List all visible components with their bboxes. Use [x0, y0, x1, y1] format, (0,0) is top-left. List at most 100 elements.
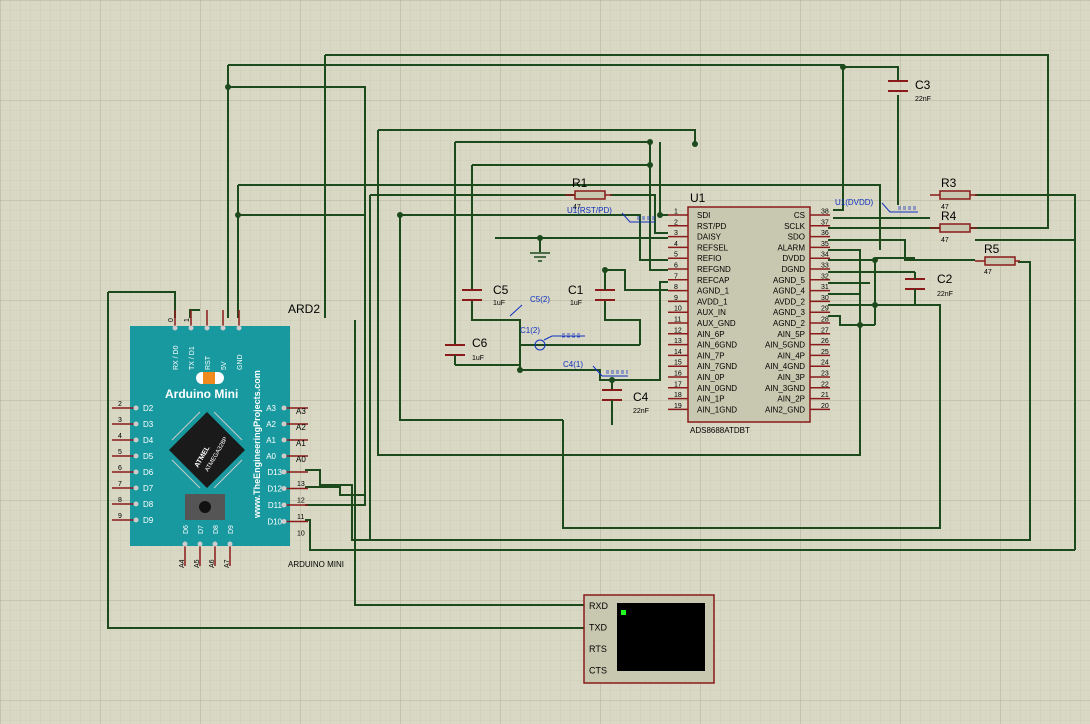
- arduino-right-pin-label: D13: [267, 468, 282, 477]
- arduino-pin-pad: [133, 501, 139, 507]
- u1-pin-label: AVDD_2: [774, 297, 805, 306]
- arduino-right-pin-number: 10: [297, 531, 305, 538]
- arduino-top-pin-label: RST: [205, 355, 212, 370]
- u1-pin-number: 1: [674, 209, 678, 216]
- u1-pin-label: AGND_1: [697, 287, 730, 296]
- arduino-pin-pad: [281, 437, 287, 443]
- arduino-pin-pad: [197, 541, 203, 547]
- u1-pin-label: DGND: [781, 265, 805, 274]
- c6-value: 1uF: [472, 355, 484, 362]
- arduino-left-pin-number: 2: [118, 401, 122, 408]
- u1-pin-label: AIN2_GND: [765, 405, 805, 414]
- u1-pin-number: 38: [821, 209, 829, 216]
- c5-value: 1uF: [493, 300, 505, 307]
- arduino-pin-pad: [212, 541, 218, 547]
- arduino-pin-pad: [281, 469, 287, 475]
- r4-ref: R4: [941, 209, 957, 223]
- u1-pin-number: 30: [821, 295, 829, 302]
- c3-ref: C3: [915, 78, 931, 92]
- u1-pin-number: 34: [821, 252, 829, 259]
- arduino-left-pin-label: D4: [143, 436, 154, 445]
- arduino-pin-pad: [188, 325, 194, 331]
- u1-pin-label: AUX_IN: [697, 308, 726, 317]
- arduino-bottom-pin-outer: A6: [209, 559, 216, 568]
- arduino-pin-pad: [172, 325, 178, 331]
- arduino-ref: ARD2: [288, 302, 320, 316]
- u1-pin-label: AIN_6P: [697, 330, 725, 339]
- arduino-left-pin-number: 6: [118, 465, 122, 472]
- u1-pin-label: SDO: [788, 233, 805, 242]
- u1-pin-number: 37: [821, 219, 829, 226]
- u1-pin-number: 33: [821, 263, 829, 270]
- u1-pin-number: 18: [674, 392, 682, 399]
- u1-pin-label: AIN_7GND: [697, 362, 737, 371]
- u1-pin-number: 6: [674, 263, 678, 270]
- arduino-right-pin-label: D10: [267, 518, 282, 527]
- u1-pin-label: AIN_6GND: [697, 341, 737, 350]
- u1-chip[interactable]: U1 ADS8688ATDBT 1 SDI 2 RST/PD 3 DAISY 4 REFSEL…: [668, 191, 830, 435]
- arduino-top-pin-label: RX / D0: [173, 345, 180, 370]
- arduino-right-pin-outer: A3: [296, 407, 306, 416]
- arduino-top-pin-number: 0: [168, 318, 175, 322]
- terminal-screen: [617, 603, 705, 671]
- u1-pin-number: 26: [821, 338, 829, 345]
- arduino-pin-pad: [281, 405, 287, 411]
- c1-ref: C1: [568, 283, 584, 297]
- u1-part: ADS8688ATDBT: [690, 426, 750, 435]
- schematic-canvas[interactable]: U1 ADS8688ATDBT 1 SDI 2 RST/PD 3 DAISY 4 REFSEL…: [0, 0, 1090, 724]
- arduino-left-pin-label: D2: [143, 404, 154, 413]
- arduino-bottom-pin-label: D9: [228, 525, 235, 534]
- arduino-left-pin-label: D7: [143, 484, 154, 493]
- r5-ref: R5: [984, 242, 1000, 256]
- u1-pin-number: 32: [821, 273, 829, 280]
- u1-pin-label: AIN_1GND: [697, 405, 737, 414]
- u1-pin-label: AIN_0GND: [697, 384, 737, 393]
- arduino-pin-pad: [204, 325, 210, 331]
- u1-pin-label: REFCAP: [697, 276, 729, 285]
- u1-pin-label: AIN_4P: [777, 351, 805, 360]
- u1-pin-label: DAISY: [697, 233, 722, 242]
- u1-pin-label: RST/PD: [697, 222, 727, 231]
- arduino-left-pin-label: D8: [143, 500, 154, 509]
- u1-pin-number: 19: [674, 403, 682, 410]
- arduino-pin-pad: [133, 485, 139, 491]
- arduino-bottom-pin-outer: A7: [224, 559, 231, 568]
- probe-dvdd-label: U1(DVDD): [835, 198, 874, 207]
- u1-pin-number: 29: [821, 306, 829, 313]
- u1-pin-label: AUX_GND: [697, 319, 736, 328]
- arduino-right-pin-outer: A1: [296, 439, 306, 448]
- probe-c1-label: C1(2): [520, 326, 540, 335]
- virtual-terminal[interactable]: RXD TXD RTS CTS: [583, 594, 715, 684]
- arduino-top-pin-number: 1: [184, 318, 191, 322]
- r4-value: 47: [941, 237, 949, 244]
- u1-pin-number: 20: [821, 403, 829, 410]
- u1-pin-label: DVDD: [782, 254, 805, 263]
- arduino-left-pin-number: 7: [118, 481, 122, 488]
- u1-pin-number: 25: [821, 349, 829, 356]
- arduino-pin-pad: [133, 437, 139, 443]
- u1-pin-label: AGND_3: [773, 308, 806, 317]
- u1-pin-number: 11: [674, 317, 681, 324]
- u1-pin-label: AIN_0P: [697, 373, 725, 382]
- arduino-pin-pad: [182, 541, 188, 547]
- u1-pin-label: ALARM: [777, 243, 805, 252]
- u1-pin-label: AGND_4: [773, 287, 806, 296]
- arduino-right-pin-label: A2: [266, 420, 276, 429]
- u1-pin-label: SDI: [697, 211, 710, 220]
- arduino-right-pin-number: 13: [297, 481, 305, 488]
- arduino-right-pin-label: A0: [266, 452, 276, 461]
- arduino-right-pin-outer: A2: [296, 423, 306, 432]
- arduino-footer: ARDUINO MINI: [288, 560, 344, 569]
- arduino-right-pin-label: D11: [268, 501, 283, 510]
- u1-pin-number: 16: [674, 371, 682, 378]
- u1-pin-number: 9: [674, 295, 678, 302]
- arduino-left-pin-number: 9: [118, 513, 122, 520]
- arduino-pin-pad: [133, 517, 139, 523]
- u1-pin-number: 7: [674, 273, 678, 280]
- arduino-pin-pad: [133, 469, 139, 475]
- probe-rst-label: U1(RST/PD): [567, 206, 612, 215]
- arduino-right-pin-label: A1: [266, 436, 276, 445]
- r5-value: 47: [984, 269, 992, 276]
- u1-pin-number: 27: [821, 327, 829, 334]
- arduino-pin-pad: [133, 453, 139, 459]
